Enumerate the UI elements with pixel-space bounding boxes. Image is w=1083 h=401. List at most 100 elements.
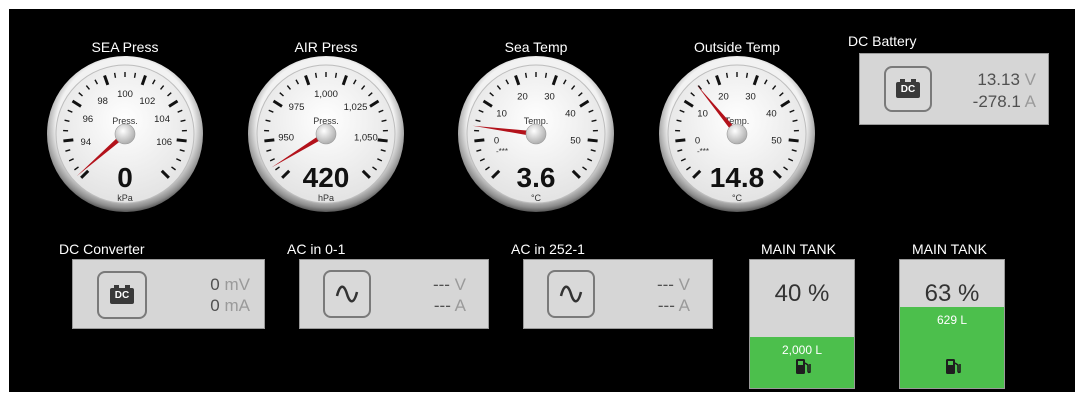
main-tank-1[interactable]: 40 % 2,000 L <box>749 259 855 389</box>
dc-converter-panel[interactable]: DC 0 mV 0 mA <box>72 259 265 329</box>
gauge-tick-label: 40 <box>565 109 576 120</box>
gauge-tick <box>63 138 74 143</box>
gauge-tick-label: 102 <box>139 96 155 107</box>
dc-converter-voltage-value: 0 <box>210 275 220 294</box>
dc-battery-current-value: -278.1 <box>972 92 1021 111</box>
gauge-tick-label: 100 <box>117 89 133 100</box>
sine-wave-icon <box>559 285 583 303</box>
dc-battery-voltage-unit: V <box>1024 70 1036 89</box>
dc-battery-voltage: 13.13 V <box>977 70 1036 90</box>
gauge-value: 420 <box>303 162 350 193</box>
gauge-tick <box>314 72 318 78</box>
gauge-tick-label: 10 <box>496 109 507 120</box>
dc-converter-current-unit: mA <box>224 296 251 315</box>
gauge-tick-label: 20 <box>718 91 729 102</box>
fuel-pump-icon <box>796 359 811 374</box>
dc-battery-title: DC Battery <box>848 33 917 49</box>
gauge-tick <box>524 72 528 78</box>
ac-in-0-1-voltage-unit: V <box>454 275 466 294</box>
fuel-pump-icon <box>946 359 961 374</box>
ac-in-252-1-current: --- A <box>658 296 690 316</box>
gauge-dial: 949698100102104106Press.0kPa <box>47 56 203 212</box>
dc-battery-panel[interactable]: DC 13.13 V -278.1 A <box>859 53 1049 125</box>
sine-wave-icon <box>335 285 359 303</box>
ac-in-0-1-current-unit: A <box>454 296 466 315</box>
gauge-hub <box>114 123 136 145</box>
gauge-tick <box>675 138 686 143</box>
gauge-unit: kPa <box>117 193 133 203</box>
gauge-tick-label: 0 <box>494 135 499 146</box>
tank-2-title: MAIN TANK <box>912 241 987 257</box>
dc-battery-current-unit: A <box>1024 92 1036 111</box>
dc-battery-current: -278.1 A <box>973 92 1036 112</box>
dc-converter-icon-box: DC <box>97 271 147 319</box>
gauge-tick-label: 50 <box>570 135 581 146</box>
ac-in-0-1-title: AC in 0-1 <box>287 241 346 257</box>
dc-converter-current-value: 0 <box>210 296 220 315</box>
ac-in-252-1-panel[interactable]: --- V --- A <box>523 259 713 329</box>
ac-in-0-1-current: --- A <box>434 296 466 316</box>
gauge-tick-label: 1,050 <box>354 133 378 144</box>
gauge-tick-label: 106 <box>156 137 172 148</box>
ac-in-252-1-voltage-unit: V <box>678 275 690 294</box>
gauge-tick <box>474 138 485 143</box>
outside-temp-gauge[interactable]: Outside Temp 0 10 20 30 40 50 Temp. -*** 14.8 °C <box>657 39 817 219</box>
gauge-unit: °C <box>732 193 743 203</box>
main-tank-2[interactable]: 63 % 629 L <box>899 259 1005 389</box>
ac-in-0-1-current-value: --- <box>433 296 451 315</box>
gauge-tick-label: 975 <box>289 102 305 113</box>
gauge-tick-label: 40 <box>766 109 777 120</box>
gauge-tick-label: 50 <box>771 135 782 146</box>
gauge-tick <box>544 72 548 78</box>
dc-converter-voltage: 0 mV <box>210 275 250 295</box>
ac-icon-box <box>547 270 595 318</box>
gauge-dial: 01020 304050Temp.-***14.8°C <box>659 56 815 212</box>
gauge-tick <box>788 138 799 143</box>
gauge-dial: 9509751,0001,0251,050Press.420hPa <box>248 56 404 212</box>
gauge-tick-label: 1,025 <box>344 102 368 113</box>
gauge-value: 3.6 <box>517 162 556 193</box>
dashboard-screen: SEA Press 94 96 98 100 102 104 106 Press. 0 kPa A… <box>9 9 1075 392</box>
ac-in-252-1-title: AC in 252-1 <box>511 241 585 257</box>
tank-1-title: MAIN TANK <box>761 241 836 257</box>
tank-percent: 40 % <box>774 280 830 307</box>
gauge-dial: 01020 304050Temp.-***3.6°C <box>458 56 614 212</box>
gauge-tick <box>176 138 187 143</box>
gauge-asterisk: -*** <box>496 147 508 156</box>
gauge-tick-label: 96 <box>83 114 94 125</box>
gauge-unit: °C <box>531 193 542 203</box>
ac-icon-box <box>323 270 371 318</box>
gauge-tick <box>334 72 338 78</box>
gauge-value: 0 <box>117 162 133 193</box>
gauge-unit: hPa <box>318 193 334 203</box>
battery-icon: DC <box>896 79 920 98</box>
ac-in-0-1-voltage: --- V <box>433 275 466 295</box>
gauge-tick-label: 1,000 <box>314 89 338 100</box>
gauge-tick <box>264 138 275 143</box>
gauge-tick-label: 0 <box>695 135 700 146</box>
air-press-gauge[interactable]: AIR Press 950 975 1,000 1,025 1,050 Press. 420… <box>246 39 406 219</box>
sea-temp-gauge[interactable]: Sea Temp 0 10 20 30 40 50 Temp. -*** 3.6 °C <box>456 39 616 219</box>
gauge-tick-label: 10 <box>697 109 708 120</box>
dc-battery-voltage-value: 13.13 <box>977 70 1020 89</box>
ac-in-252-1-current-unit: A <box>678 296 690 315</box>
gauge-asterisk: -*** <box>697 147 709 156</box>
gauge-tick-label: 30 <box>544 91 555 102</box>
dc-battery-icon-box: DC <box>884 66 932 112</box>
ac-in-0-1-voltage-value: --- <box>432 275 450 294</box>
ac-in-252-1-voltage-value: --- <box>656 275 674 294</box>
sea-press-gauge[interactable]: SEA Press 94 96 98 100 102 104 106 Press. 0 kPa <box>45 39 205 219</box>
gauge-tick <box>725 72 729 78</box>
ac-in-0-1-panel[interactable]: --- V --- A <box>299 259 489 329</box>
ac-in-252-1-voltage: --- V <box>657 275 690 295</box>
gauge-tick <box>133 72 137 78</box>
tank-volume: 2,000 L <box>781 342 823 357</box>
gauge-tick <box>377 138 388 143</box>
gauge-tick-label: 30 <box>745 91 756 102</box>
gauge-value: 14.8 <box>710 162 765 193</box>
gauge-tick-label: 98 <box>97 96 108 107</box>
tank-volume: 629 L <box>936 313 968 328</box>
gauge-tick <box>587 138 598 143</box>
gauge-hub <box>315 123 337 145</box>
gauge-tick-label: 104 <box>154 114 170 125</box>
